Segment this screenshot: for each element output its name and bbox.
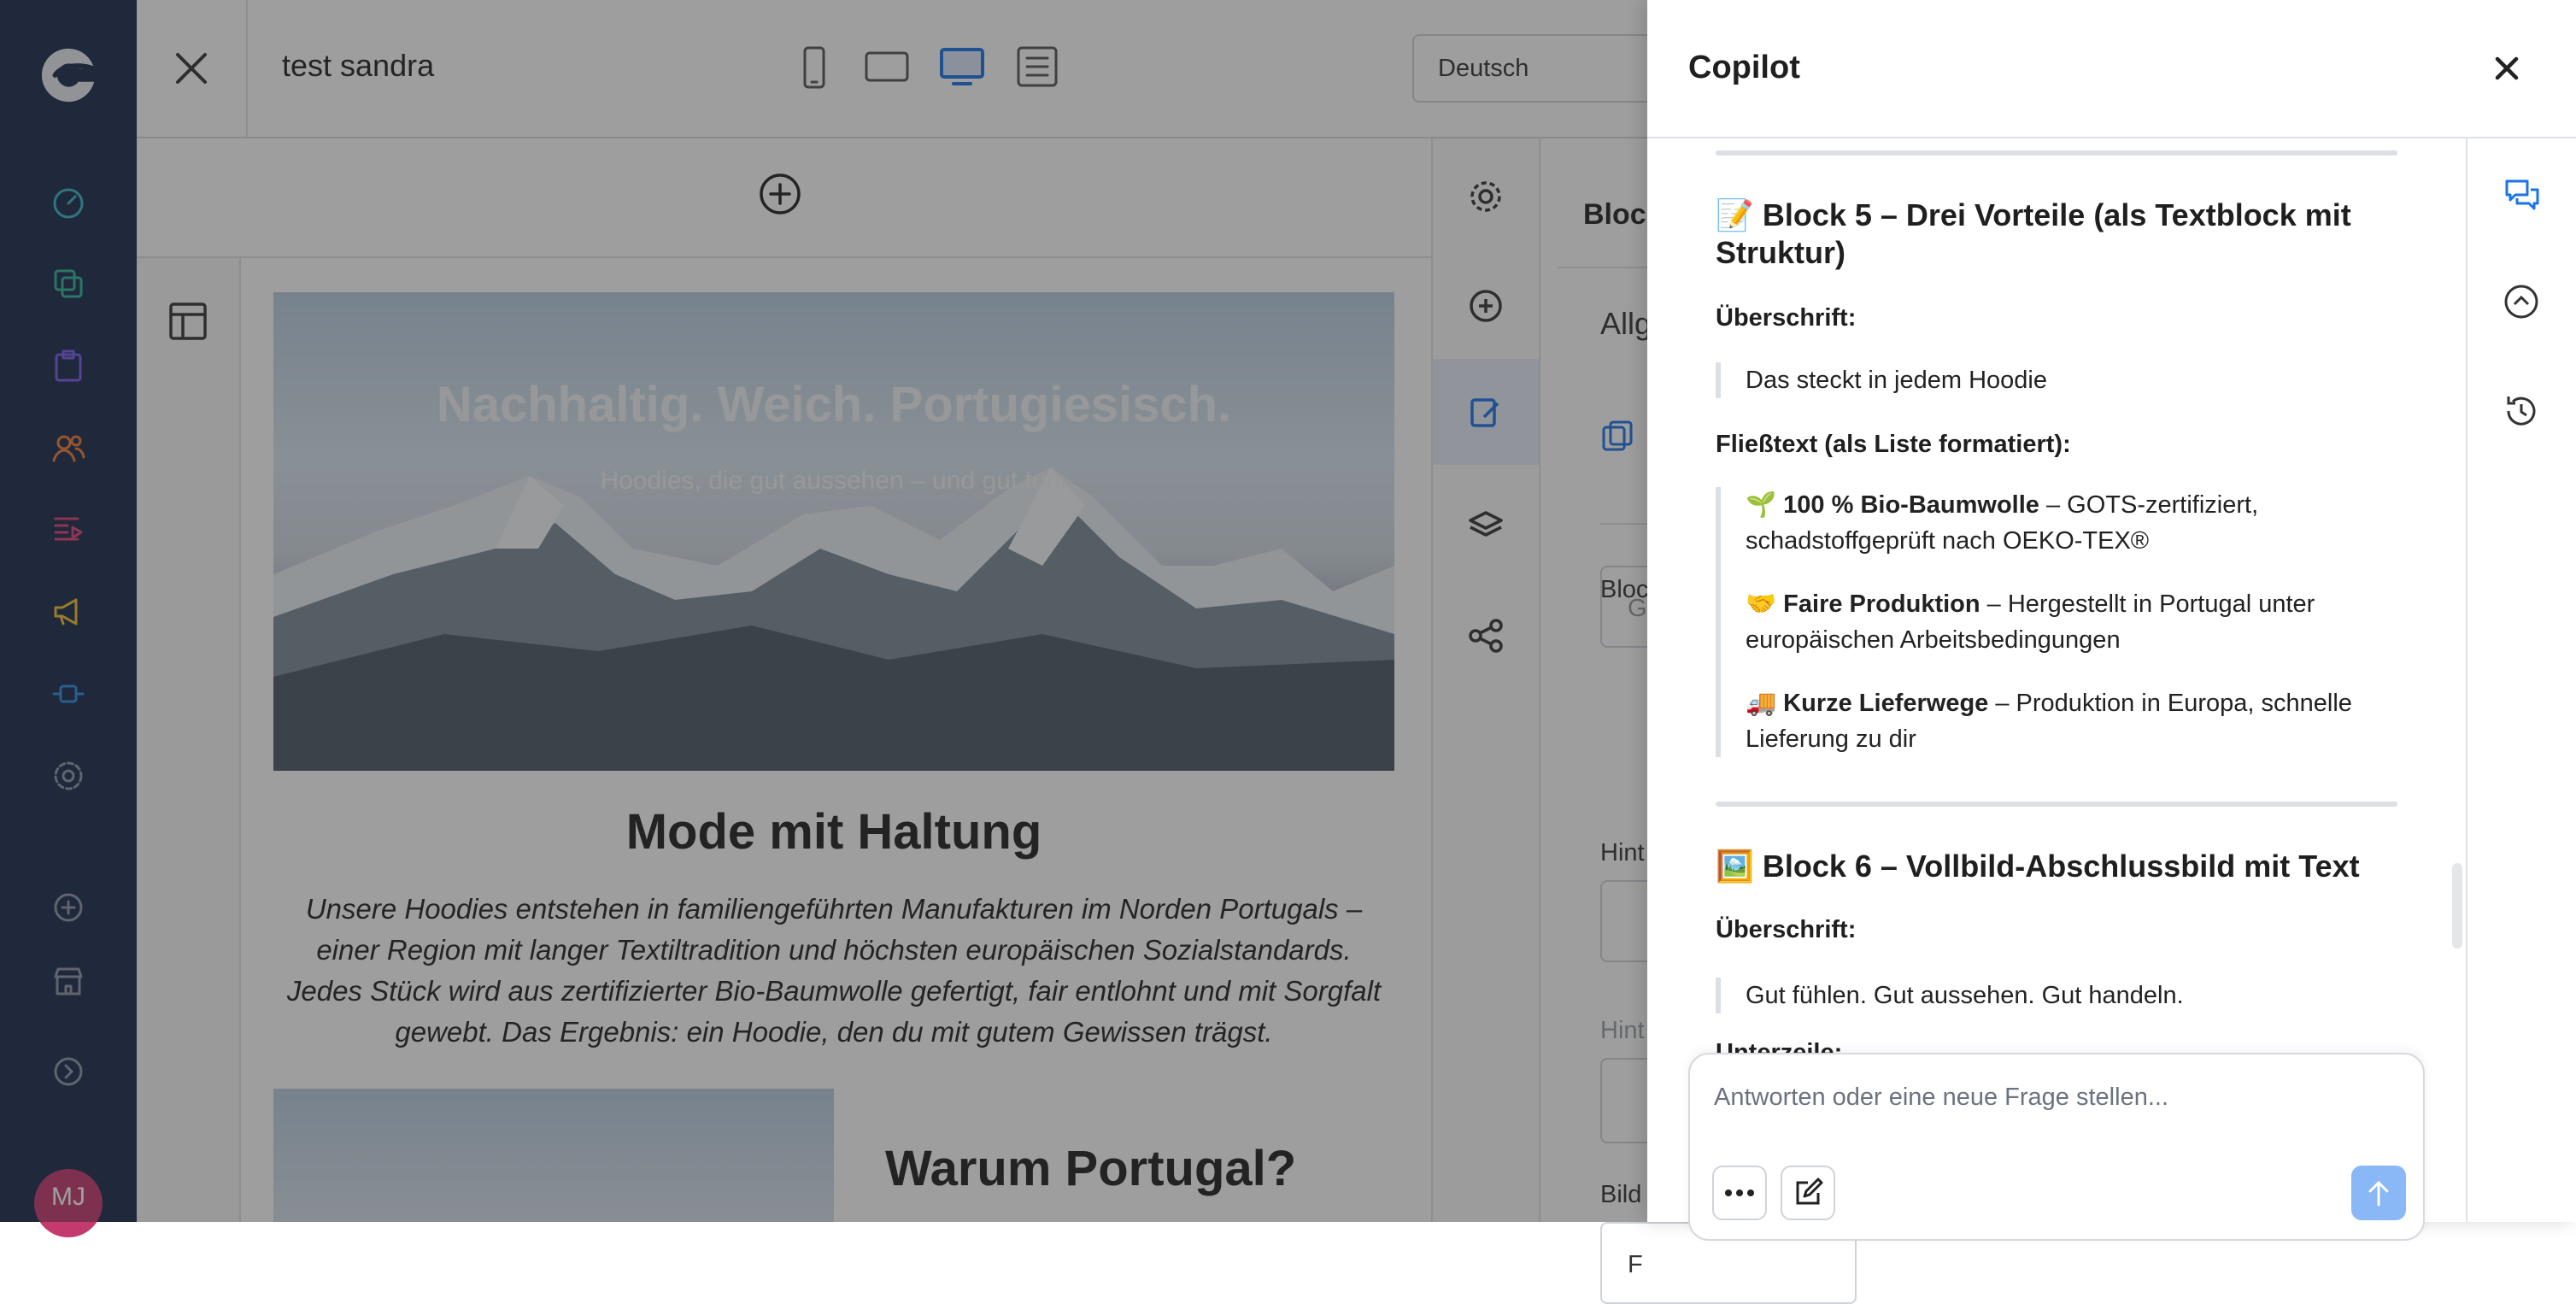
chat-icon[interactable] [2502, 174, 2541, 218]
arrow-up-icon [2368, 1180, 2389, 1207]
divider [1716, 150, 2397, 156]
history-icon[interactable] [2502, 391, 2541, 435]
block5-quote: Das steckt in jedem Hoodie [1716, 362, 2047, 398]
ellipsis-icon [1725, 1189, 1754, 1196]
close-copilot-button[interactable] [2491, 53, 2522, 88]
block5-heading-label: Überschrift: [1716, 304, 1857, 332]
close-icon [2495, 56, 2519, 80]
benefit-item: 🌱 100 % Bio-Baumwolle – GOTS-zertifizier… [1746, 491, 2259, 555]
benefit-list: 🌱 100 % Bio-Baumwolle – GOTS-zertifizier… [1716, 487, 2382, 757]
block6-quote: Gut fühlen. Gut aussehen. Gut handeln. [1716, 978, 2184, 1013]
chat-input-box: Antworten oder eine neue Frage stellen..… [1688, 1053, 2425, 1241]
benefit-item: 🚚 Kurze Lieferwege – Produktion in Europ… [1746, 690, 2352, 753]
send-button[interactable] [2351, 1166, 2406, 1220]
body-label: Fließtext (als Liste formatiert): [1716, 431, 2071, 458]
benefit-item: 🤝 Faire Produktion – Hergestellt in Port… [1746, 590, 2315, 654]
block5-heading: 📝 Block 5 – Drei Vorteile (als Textblock… [1716, 197, 2351, 270]
block6-heading-label: Überschrift: [1716, 916, 1857, 943]
compose-icon [1796, 1178, 1823, 1205]
divider [1716, 802, 2397, 807]
more-options-button[interactable] [1712, 1166, 1767, 1220]
chat-input[interactable]: Antworten oder eine neue Frage stellen..… [1714, 1084, 2168, 1112]
block6-heading: 🖼️ Block 6 – Vollbild-Abschlussbild mit … [1716, 849, 2360, 884]
chat-scrollbar[interactable] [2452, 863, 2462, 949]
collapse-icon[interactable] [2502, 282, 2541, 326]
copilot-title: Copilot [1688, 50, 1800, 85]
modal-overlay[interactable] [0, 0, 1647, 1222]
new-prompt-button[interactable] [1781, 1166, 1835, 1220]
